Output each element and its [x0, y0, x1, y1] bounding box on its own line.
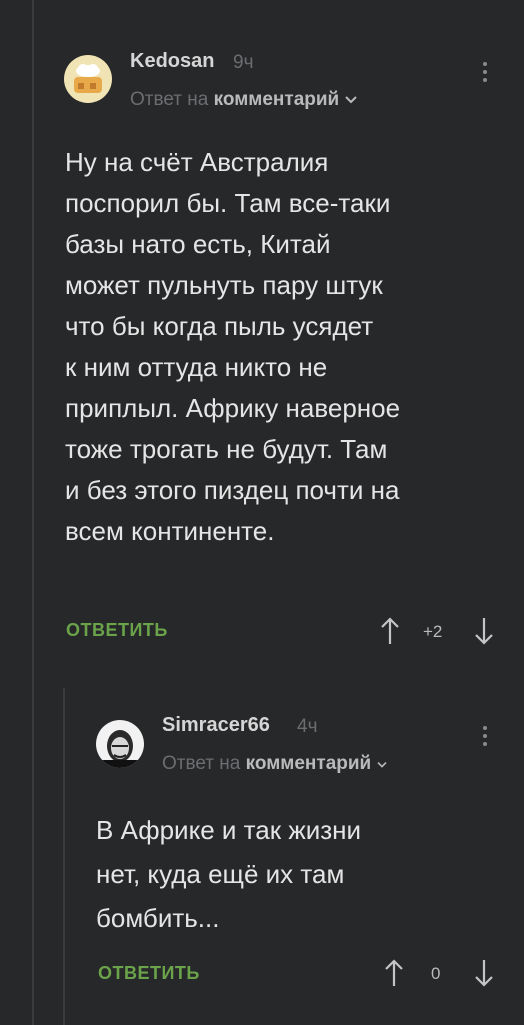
- downvote-arrow-icon[interactable]: [474, 958, 494, 988]
- comment-author[interactable]: Simracer66: [162, 714, 270, 737]
- comment-body-line: базы нато есть, Китай: [65, 229, 331, 259]
- comment-body-line: приплыл. Африку наверное: [65, 393, 401, 423]
- comment-body-line: В Африке и так жизни: [96, 815, 362, 845]
- reply-to-prefix: Ответ на: [130, 89, 209, 110]
- comment-body-line: к ним оттуда никто не: [65, 352, 328, 382]
- avatar[interactable]: [64, 55, 112, 103]
- more-options-icon[interactable]: [480, 726, 490, 750]
- comment-author[interactable]: Kedosan: [130, 50, 214, 73]
- reply-to-target[interactable]: комментарий: [214, 89, 340, 110]
- chevron-down-icon: [377, 753, 387, 775]
- comment-body-line: и без этого пиздец почти на: [65, 475, 400, 505]
- downvote-arrow-icon[interactable]: [474, 616, 494, 646]
- comment-time: 9ч: [233, 52, 254, 73]
- vote-score: 0: [431, 964, 441, 983]
- comment-body: Ну на счёт Австралия поспорил бы. Там вс…: [65, 142, 505, 552]
- reply-to-link[interactable]: Ответ на комментарий: [162, 753, 387, 775]
- comment-body-line: бомбить...: [96, 903, 220, 933]
- comment: Kedosan 9ч Ответ на комментарий Ну на сч…: [0, 0, 524, 680]
- comment-body-line: что бы когда пыль усядет: [65, 311, 374, 341]
- reply-button[interactable]: ОТВЕТИТЬ: [66, 620, 168, 641]
- chevron-down-icon: [345, 89, 357, 111]
- more-options-icon[interactable]: [480, 62, 490, 86]
- vote-score: +2: [423, 622, 443, 641]
- comment-time: 4ч: [297, 716, 318, 737]
- comment-body-line: Ну на счёт Австралия: [65, 147, 329, 177]
- comment-reply: Simracer66 4ч Ответ на комментарий В Афр…: [0, 690, 524, 1025]
- comment-body-line: всем континенте.: [65, 516, 275, 546]
- upvote-arrow-icon[interactable]: [384, 958, 404, 988]
- reply-to-target[interactable]: комментарий: [246, 753, 372, 774]
- comment-body-line: нет, куда ещё их там: [96, 859, 345, 889]
- avatar[interactable]: [96, 720, 144, 768]
- reply-to-link[interactable]: Ответ на комментарий: [130, 89, 357, 111]
- comment-body: В Африке и так жизни нет, куда ещё их та…: [96, 808, 506, 940]
- reply-button[interactable]: ОТВЕТИТЬ: [98, 963, 200, 984]
- comment-body-line: поспорил бы. Там все-таки: [65, 188, 391, 218]
- reply-to-prefix: Ответ на: [162, 753, 241, 774]
- upvote-arrow-icon[interactable]: [380, 616, 400, 646]
- comment-body-line: может пульнуть пару штук: [65, 270, 383, 300]
- comment-body-line: тоже трогать не будут. Там: [65, 434, 388, 464]
